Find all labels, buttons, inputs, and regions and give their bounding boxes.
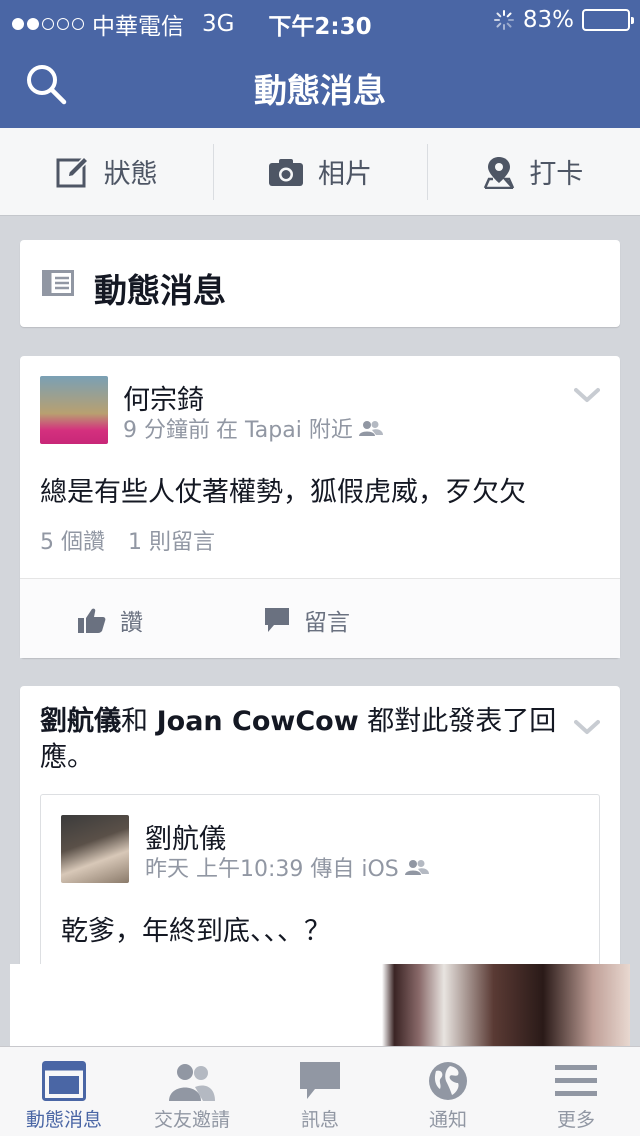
post-counts: 5 個讚 1 則留言: [40, 524, 215, 556]
shared-text: 乾爹，年終到底、、、？: [61, 916, 331, 947]
battery-icon: [582, 9, 634, 31]
like-button[interactable]: 讚: [78, 603, 143, 637]
status-button[interactable]: 狀態: [0, 128, 213, 215]
friends-audience-icon: [404, 860, 429, 875]
photo-button[interactable]: 相片: [213, 128, 426, 215]
tab-notifications[interactable]: 通知: [384, 1047, 512, 1136]
comment-button[interactable]: 留言: [264, 603, 350, 637]
post-time[interactable]: 9 分鐘前: [123, 412, 210, 444]
tab-bar: 動態消息 交友邀請 訊息 通知 更多: [0, 1046, 640, 1136]
avatar[interactable]: [40, 376, 108, 444]
status-button-label: 狀態: [103, 159, 158, 190]
activity-spinner-icon: [493, 10, 514, 30]
like-count[interactable]: 5 個讚: [40, 530, 105, 555]
chevron-down-icon[interactable]: [574, 718, 600, 736]
tab-label: 交友邀請: [153, 1109, 230, 1131]
tab-messages[interactable]: 訊息: [256, 1047, 384, 1136]
friends-icon: [169, 1064, 215, 1101]
checkin-button[interactable]: 打卡: [426, 128, 640, 215]
tab-label: 訊息: [300, 1109, 339, 1131]
globe-icon: [429, 1062, 467, 1100]
news-feed-label: 動態消息: [94, 271, 226, 310]
story-header: 劉航儀和 Joan CowCow 都對此發表了回應。: [40, 704, 560, 776]
shared-meta: 昨天 上午10:39 傳自 iOS: [145, 851, 429, 883]
page-title: 動態消息: [254, 71, 386, 110]
friends-audience-icon: [358, 421, 383, 436]
status-bar: 中華電信 3G 下午2:30 83%: [0, 0, 640, 40]
tab-label: 通知: [428, 1109, 467, 1131]
news-feed-header[interactable]: 動態消息: [20, 240, 620, 327]
news-feed-icon: [42, 270, 74, 296]
checkin-button-label: 打卡: [529, 159, 584, 190]
post-text: 總是有些人仗著權勢，狐假虎威，歹欠欠: [40, 477, 526, 508]
tab-label: 動態消息: [25, 1109, 102, 1131]
edit-icon: [56, 155, 89, 187]
shared-time[interactable]: 昨天 上午10:39 傳自 iOS: [145, 851, 399, 883]
menu-icon: [555, 1065, 597, 1096]
post-meta: 9 分鐘前 在 Tapai 附近: [123, 412, 383, 444]
battery-percent: 83%: [522, 7, 574, 33]
tab-friend-requests[interactable]: 交友邀請: [128, 1047, 256, 1136]
story-name[interactable]: 劉航儀: [40, 706, 121, 737]
comment-count[interactable]: 1 則留言: [128, 530, 215, 555]
camera-icon: [268, 158, 303, 186]
story-other[interactable]: Joan CowCow: [157, 706, 359, 737]
story-and: 和: [121, 706, 148, 737]
tab-label: 更多: [556, 1109, 595, 1131]
chevron-down-icon[interactable]: [574, 386, 600, 404]
post-location[interactable]: 在 Tapai 附近: [216, 412, 353, 444]
like-button-label: 讚: [120, 610, 143, 636]
messages-icon: [300, 1062, 340, 1099]
post-actions: 讚 留言: [20, 578, 620, 658]
top-bar: 中華電信 3G 下午2:30 83% 動態消息: [0, 0, 640, 128]
photo-button-label: 相片: [317, 159, 372, 190]
news-feed-icon: [42, 1061, 86, 1101]
thumbs-up-icon: [78, 608, 106, 633]
tab-more[interactable]: 更多: [512, 1047, 640, 1136]
navigation-bar: 動態消息: [0, 40, 640, 128]
comment-icon: [265, 608, 289, 632]
post-photo[interactable]: [10, 964, 630, 1054]
location-pin-icon: [484, 156, 515, 189]
composer-bar: 狀態 相片 打卡: [0, 128, 640, 216]
avatar[interactable]: [61, 815, 129, 883]
comment-button-label: 留言: [304, 610, 350, 636]
post-card: 何宗錡 9 分鐘前 在 Tapai 附近 總是有些人仗著權勢，狐假虎威，歹欠欠 …: [20, 356, 620, 658]
tab-news-feed[interactable]: 動態消息: [0, 1047, 128, 1136]
